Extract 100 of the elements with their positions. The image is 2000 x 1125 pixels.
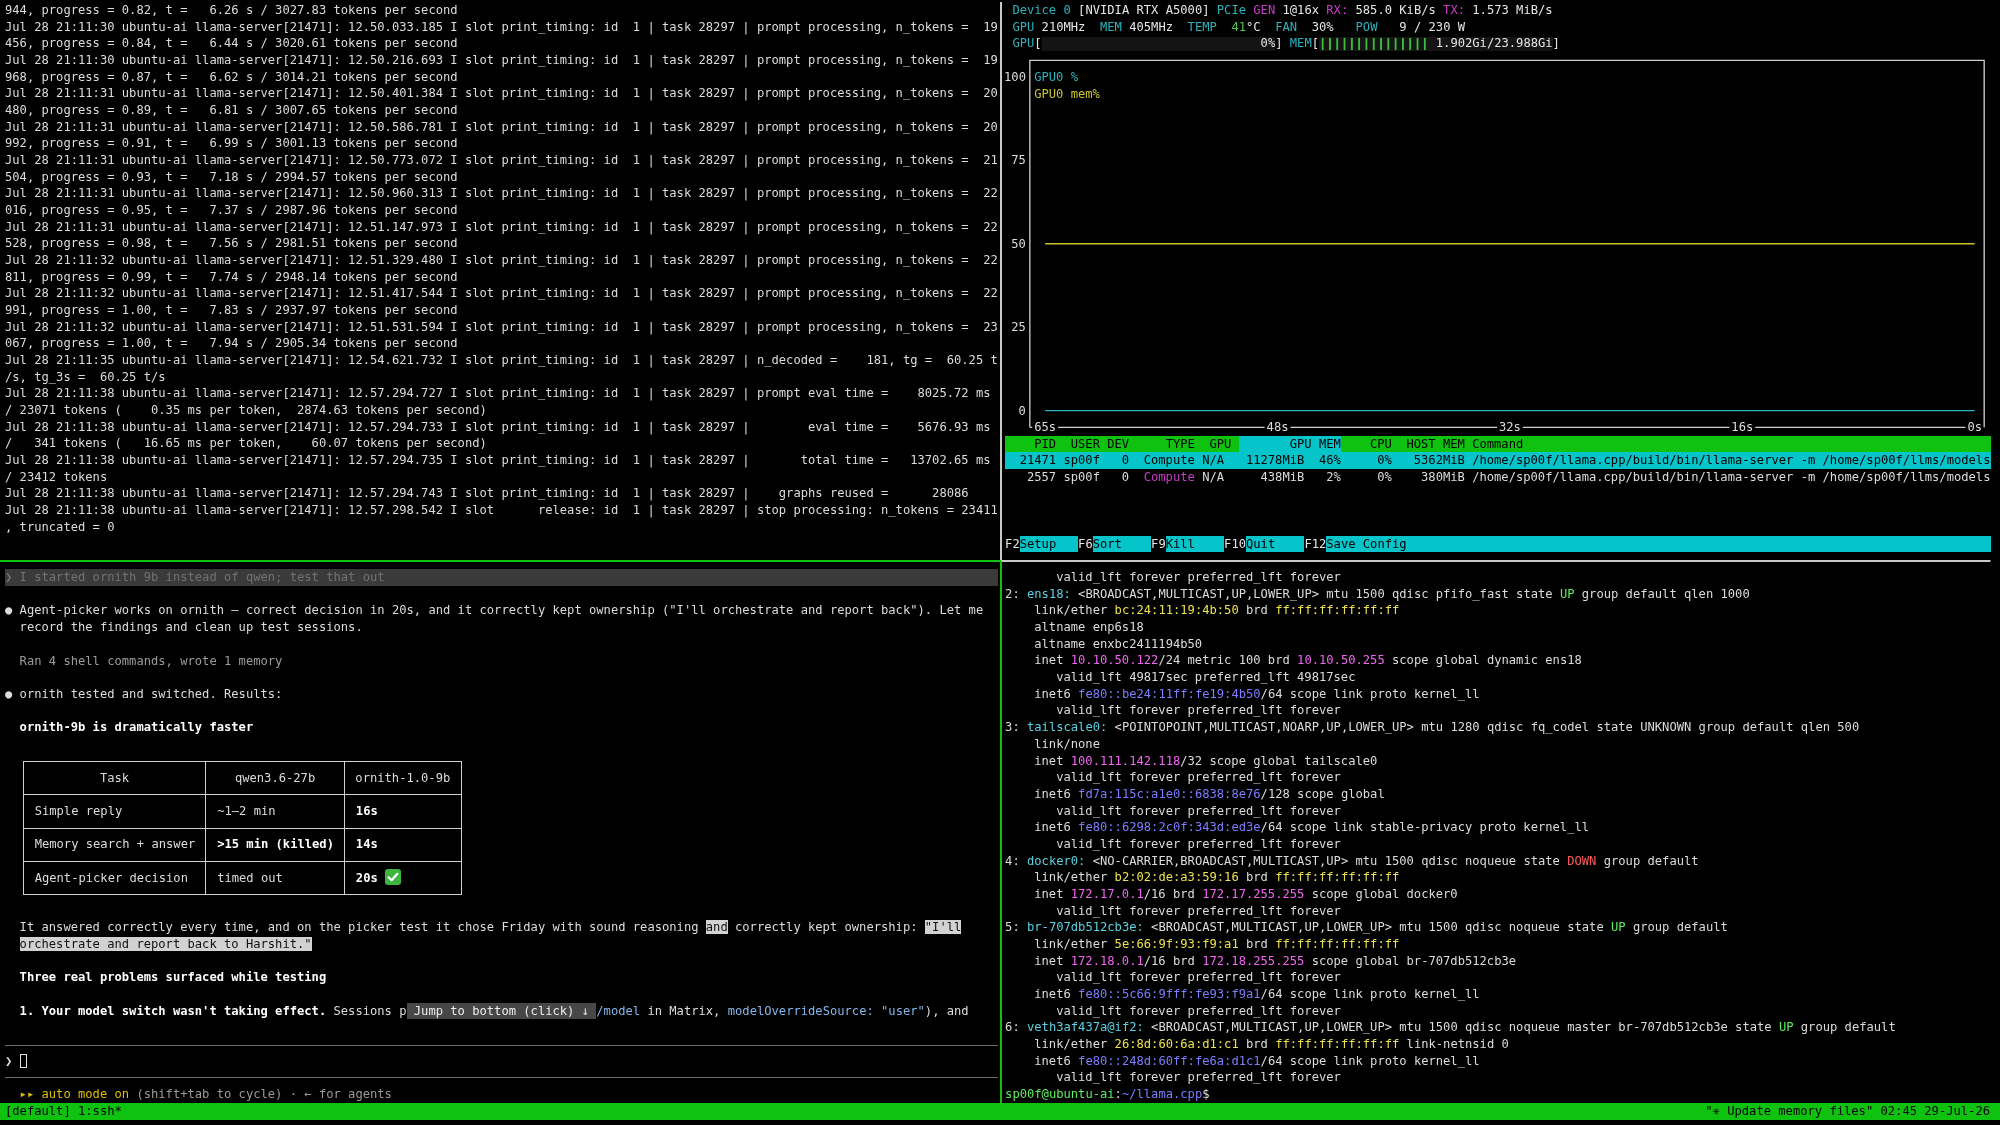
message-text: /model in Matrix, modelOverrideSource: "user"), and	[596, 1002, 969, 1020]
column-header: DEV	[1107, 436, 1130, 451]
terminal-line: 5: br-707db512cb3e: <BROADCAST,MULTICAST,UP,LOWER_UP> mtu 1500 qdisc noqueue state UP group default	[1005, 920, 1728, 935]
gauge-label: GPU	[1012, 35, 1035, 52]
pane-title: "✳ Update memory files"	[1705, 1102, 1874, 1120]
log-line: Jul 28 21:11:31 ubuntu-ai llama-server[21471]: 12.50.773.072 I slot print_timing: id 1 | task 28297 | prompt processing, n_tokens = 21	[5, 153, 998, 168]
table-cell: Compute	[1143, 453, 1195, 468]
terminal-line: 4: docker0: <NO-CARRIER,BROADCAST,MULTICAST,UP> mtu 1500 qdisc noqueue state DOWN group default	[1005, 853, 1699, 868]
table-cell: Memory search + answer	[34, 837, 196, 852]
log-line: Jul 28 21:11:38 ubuntu-ai llama-server[21471]: 12.57.294.727 I slot print_timing: id 1 | task 28297 | prompt eval time = 8025.72 ms	[5, 386, 991, 401]
column-header: Command	[1472, 436, 1524, 451]
table-cell: 5362MiB	[1413, 453, 1465, 468]
log-line: 811, progress = 0.99, t = 7.74 s / 2948.14 tokens per second	[5, 269, 458, 284]
tool-summary: Ran 4 shell commands, wrote 1 memory	[19, 653, 283, 668]
message-text: 1. Your model switch wasn't taking effect. Sessions p	[19, 1002, 407, 1020]
column-header: GPU MEM	[1238, 435, 1341, 453]
table-cell: /home/sp00f/llama.cpp/build/bin/llama-server -m /home/sp00f/llms/models	[1472, 453, 1991, 468]
log-line: 067, progress = 1.00, t = 7.94 s / 2905.34 tokens per second	[5, 336, 458, 351]
x-axis-label: 0s	[1967, 420, 1983, 435]
log-line: 016, progress = 0.95, t = 7.37 s / 2987.96 tokens per second	[5, 203, 458, 218]
text-cursor-icon	[19, 1054, 27, 1069]
terminal-line: link/ether 5e:66:9f:93:f9:a1 brd ff:ff:ff:ff:ff:ff	[1034, 936, 1400, 951]
bracket-text: ]	[1552, 35, 1560, 52]
table-cell: 0%	[1377, 453, 1392, 468]
x-axis-label: 48s	[1266, 420, 1289, 435]
terminal-line: inet6 fd7a:115c:a1e0::6838:8e76/128 scope global	[1034, 786, 1385, 801]
log-line: 480, progress = 0.89, t = 6.81 s / 3007.65 tokens per second	[5, 103, 458, 118]
terminal-line: inet6 fe80::6298:2c0f:343d:ed3e/64 scope link stable-privacy proto kernel_ll	[1034, 820, 1590, 835]
log-line: Jul 28 21:11:38 ubuntu-ai llama-server[21471]: 12.57.294.735 I slot print_timing: id 1 | task 28297 | total time = 13702.65 ms	[5, 453, 991, 468]
log-line: / 23071 tokens ( 0.35 ms per token, 2874.63 tokens per second)	[5, 403, 487, 418]
terminal-line: 2: ens18: <BROADCAST,MULTICAST,UP,LOWER_UP> mtu 1500 qdisc pfifo_fast state UP group default qlen 1000	[1005, 586, 1750, 601]
terminal-line: link/ether b2:02:de:a3:59:16 brd ff:ff:ff:ff:ff:ff	[1034, 870, 1400, 885]
log-line: 992, progress = 0.91, t = 6.99 s / 3001.13 tokens per second	[5, 136, 458, 151]
shell-prompt: sp00f@ubuntu-ai:~/llama.cpp$	[1005, 1086, 1210, 1101]
terminal-line: inet6 fe80::248d:60ff:fe6a:d1c1/64 scope link proto kernel_ll	[1034, 1053, 1480, 1068]
column-header: ornith-1.0-9b	[355, 770, 451, 785]
bullet-marker: ●	[5, 603, 13, 618]
table-cell: sp00f	[1063, 470, 1100, 484]
table-cell: >15 min (killed)	[217, 837, 334, 852]
terminal-line: 3: tailscale0: <POINTOPOINT,MULTICAST,NOARP,UP,LOWER_UP> mtu 1280 qdisc fq_codel state UNKNOWN group default qlen 500	[1005, 720, 1860, 735]
prompt-marker: ❯	[5, 1052, 13, 1070]
column-header: USER	[1070, 436, 1100, 451]
terminal-line: altname enp6s18	[1034, 620, 1144, 635]
log-line: Jul 28 21:11:30 ubuntu-ai llama-server[21471]: 12.50.033.185 I slot print_timing: id 1 | task 28297 | prompt processing, n_tokens = 19	[5, 19, 998, 34]
log-line: 968, progress = 0.87, t = 6.62 s / 3014.21 tokens per second	[5, 69, 458, 84]
gauge-label: MEM	[1289, 35, 1312, 52]
legend-label: GPU0 mem%	[1034, 86, 1100, 101]
bracket-text: [	[1034, 35, 1042, 52]
log-line: Jul 28 21:11:38 ubuntu-ai llama-server[21471]: 12.57.294.733 I slot print_timing: id 1 | task 28297 | eval time = 5676.93 ms	[5, 419, 991, 434]
terminal-line: valid_lft forever preferred_lft forever	[1056, 1070, 1341, 1085]
log-line: , truncated = 0	[5, 519, 115, 534]
y-axis-label: 50	[1011, 236, 1026, 251]
message-text: Agent-picker works on ornith — correct decision in 20s, and it correctly kept ownership ("I'll orchestrate and report back"). Let me record the findings and clean up test sessions.	[19, 602, 985, 636]
terminal-line: valid_lft 49817sec preferred_lft 49817sec	[1056, 670, 1356, 685]
terminal-line: link/ether 26:8d:60:6a:d1:c1 brd ff:ff:ff:ff:ff:ff link-netnsid 0	[1034, 1036, 1509, 1051]
column-header: PID	[1034, 436, 1057, 451]
log-line: Jul 28 21:11:32 ubuntu-ai llama-server[21471]: 12.51.531.594 I slot print_timing: id 1 | task 28297 | prompt processing, n_tokens = 23	[5, 319, 998, 334]
process-row[interactable]: 2557 sp00f 0 Compute N/A 438MiB 2% 0% 380MiB /home/sp00f/llama.cpp/build/bin/llama-server -m /home/sp00f/llms/models	[1005, 469, 1991, 486]
terminal-line: inet 172.18.0.1/16 brd 172.18.255.255 scope global br-707db512cb3e	[1034, 953, 1517, 968]
bracket-text: [	[1311, 35, 1319, 52]
table-cell: timed out	[217, 870, 283, 885]
process-row[interactable]: 21471 sp00f 0 Compute N/A 11278MiB 46% 0% 5362MiB /home/sp00f/llama.cpp/build/bin/llama-server -m /home/sp00f/llms/models	[1005, 452, 1991, 469]
clock-text: 02:45 29-Jul-26	[1880, 1102, 1990, 1120]
gpu-stats-line: GPU 210MHz MEM 405MHz TEMP 41°C FAN 30% POW 9 / 230 W	[1012, 19, 1466, 34]
y-axis-label: 0	[1018, 403, 1026, 418]
log-line: Jul 28 21:11:38 ubuntu-ai llama-server[21471]: 12.57.298.542 I slot release: id 1 | task 28297 | stop processing: n_tokens = 23411	[5, 503, 998, 518]
table-cell: ~1–2 min	[217, 804, 276, 819]
jump-to-bottom-button[interactable]: Jump to bottom (click) ↓	[406, 1002, 597, 1020]
legend-label: GPU0 %	[1034, 70, 1079, 85]
column-header: GPU	[1209, 436, 1232, 451]
x-axis-label: 65s	[1034, 420, 1057, 435]
table-cell: sp00f	[1063, 453, 1100, 468]
log-line: Jul 28 21:11:32 ubuntu-ai llama-server[21471]: 12.51.417.544 I slot print_timing: id 1 | task 28297 | prompt processing, n_tokens = 22	[5, 286, 998, 301]
column-header: CPU	[1370, 436, 1392, 451]
usage-reading: 1.902Gi/23.988Gi	[1435, 35, 1553, 53]
message-input-field[interactable]: ❯	[5, 1044, 998, 1078]
table-cell: Simple reply	[34, 804, 123, 819]
log-line: Jul 28 21:11:31 ubuntu-ai llama-server[21471]: 12.50.960.313 I slot print_timing: id 1 | task 28297 | prompt processing, n_tokens = 22	[5, 186, 998, 201]
log-line: Jul 28 21:11:30 ubuntu-ai llama-server[21471]: 12.50.216.693 I slot print_timing: id 1 | task 28297 | prompt processing, n_tokens = 19	[5, 53, 998, 67]
table-cell: 380MiB	[1421, 470, 1465, 484]
terminal-line: valid_lft forever preferred_lft forever	[1056, 570, 1341, 585]
column-header: TYPE	[1165, 436, 1195, 451]
terminal-line: valid_lft forever preferred_lft forever	[1056, 803, 1341, 818]
table-cell: 0	[1121, 453, 1130, 468]
log-line: 991, progress = 1.00, t = 7.83 s / 2937.97 tokens per second	[5, 303, 458, 318]
session-label: [default] 1:ssh*	[5, 1102, 122, 1120]
log-line: Jul 28 21:11:31 ubuntu-ai llama-server[21471]: 12.51.147.973 I slot print_timing: id 1 | task 28297 | prompt processing, n_tokens = 22	[5, 219, 998, 234]
column-header: Task	[99, 770, 130, 785]
table-cell: 0	[1121, 470, 1130, 484]
message-text: ornith tested and switched. Results:	[19, 685, 283, 703]
bullet-marker: ●	[5, 686, 13, 701]
table-cell: Compute	[1143, 470, 1195, 484]
log-line: 528, progress = 0.98, t = 7.56 s / 2981.51 tokens per second	[5, 236, 458, 251]
terminal-line: valid_lft forever preferred_lft forever	[1056, 836, 1341, 851]
table-cell: 2557	[1026, 470, 1057, 484]
table-cell: N/A	[1202, 470, 1225, 484]
table-cell: N/A	[1202, 453, 1225, 468]
log-line: Jul 28 21:11:31 ubuntu-ai llama-server[21471]: 12.50.586.781 I slot print_timing: id 1 | task 28297 | prompt processing, n_tokens = 20	[5, 119, 998, 134]
log-line: Jul 28 21:11:38 ubuntu-ai llama-server[21471]: 12.57.294.743 I slot print_timing: id 1 | task 28297 | graphs reused = 28086	[5, 486, 969, 501]
terminal-line: link/ether bc:24:11:19:4b:50 brd ff:ff:ff:ff:ff:ff	[1034, 603, 1400, 618]
